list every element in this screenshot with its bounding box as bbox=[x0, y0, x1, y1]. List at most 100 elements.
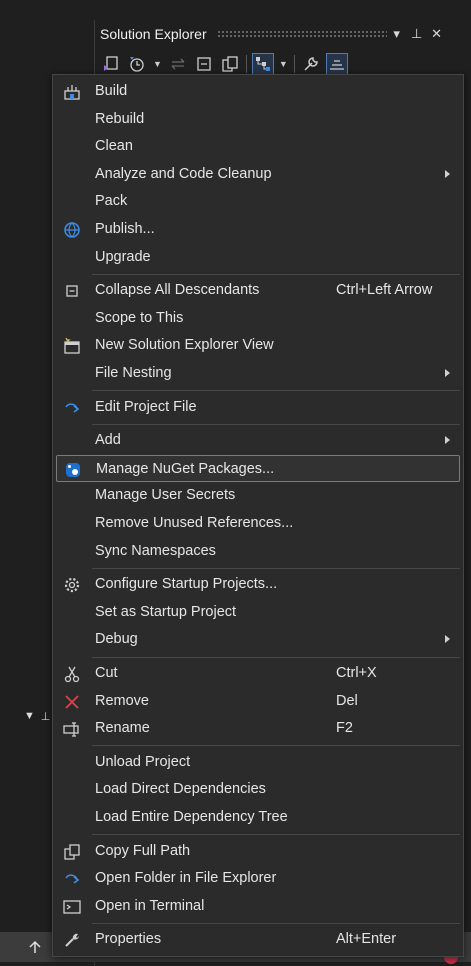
menu-item-properties[interactable]: Properties Alt+Enter bbox=[56, 926, 460, 953]
menu-item-label: Copy Full Path bbox=[95, 842, 191, 859]
switch-views-icon[interactable] bbox=[101, 54, 121, 74]
menu-item-shortcut: Alt+Enter bbox=[336, 931, 397, 948]
submenu-arrow-icon bbox=[445, 436, 450, 445]
menu-item-label: Collapse All Descendants bbox=[95, 282, 260, 299]
menu-item-label: Set as Startup Project bbox=[95, 603, 237, 620]
chevron-down-icon[interactable]: ▼ bbox=[279, 59, 288, 69]
menu-item-label: Add bbox=[95, 432, 121, 449]
collapse-all-icon[interactable] bbox=[194, 54, 214, 74]
menu-separator bbox=[92, 567, 460, 569]
menu-item-new-solution-explorer-view[interactable]: New Solution Explorer View bbox=[56, 332, 460, 359]
chevron-down-icon[interactable]: ▼ bbox=[153, 59, 162, 69]
nuget-icon bbox=[63, 460, 83, 480]
close-icon bbox=[62, 692, 82, 712]
collapse-icon bbox=[62, 281, 82, 301]
menu-item-label: Clean bbox=[95, 138, 133, 155]
menu-separator bbox=[92, 423, 460, 425]
scissors-icon bbox=[62, 664, 82, 684]
menu-item-label: Publish... bbox=[95, 221, 155, 237]
menu-item-remove-unused-references[interactable]: Remove Unused References... bbox=[56, 510, 460, 537]
bottom-panel-controls: ▼ ⊥ bbox=[0, 700, 52, 732]
menu-item-manage-user-secrets[interactable]: Manage User Secrets bbox=[56, 482, 460, 509]
menu-item-label: Scope to This bbox=[95, 309, 184, 326]
solution-explorer-titlebar: Solution Explorer ▾ ⊥ ✕ bbox=[95, 20, 471, 48]
chevron-down-icon[interactable]: ▼ bbox=[24, 710, 35, 722]
menu-item-scope-to-this[interactable]: Scope to This bbox=[56, 305, 460, 332]
menu-item-label: Manage User Secrets bbox=[95, 487, 236, 504]
sync-with-active-document-icon[interactable] bbox=[168, 54, 188, 74]
menu-item-analyze-and-code-cleanup[interactable]: Analyze and Code Cleanup bbox=[56, 161, 460, 188]
pin-icon[interactable]: ⊥ bbox=[41, 710, 51, 723]
menu-item-add[interactable]: Add bbox=[56, 427, 460, 454]
pin-icon[interactable]: ⊥ bbox=[407, 26, 427, 42]
menu-item-publish[interactable]: Publish... bbox=[56, 216, 460, 243]
properties-wrench-icon[interactable] bbox=[301, 54, 321, 74]
menu-item-label: Remove bbox=[95, 692, 149, 709]
menu-item-label: Load Direct Dependencies bbox=[95, 781, 266, 798]
menu-item-collapse-all-descendants[interactable]: Collapse All Descendants Ctrl+Left Arrow bbox=[56, 277, 460, 304]
menu-item-label: Manage NuGet Packages... bbox=[96, 460, 275, 477]
globe-icon bbox=[62, 220, 82, 240]
menu-separator bbox=[92, 390, 460, 392]
window-position-dropdown-icon[interactable]: ▾ bbox=[387, 26, 407, 42]
show-all-files-icon[interactable] bbox=[220, 54, 240, 74]
terminal-icon bbox=[62, 897, 82, 917]
menu-item-label: Analyze and Code Cleanup bbox=[95, 165, 272, 182]
menu-item-shortcut: Ctrl+Left Arrow bbox=[336, 282, 433, 299]
menu-item-label: Sync Namespaces bbox=[95, 542, 216, 559]
menu-item-pack[interactable]: Pack bbox=[56, 188, 460, 215]
menu-item-sync-namespaces[interactable]: Sync Namespaces bbox=[56, 538, 460, 565]
menu-separator bbox=[92, 273, 460, 275]
pending-changes-filter-icon[interactable] bbox=[127, 54, 147, 74]
menu-item-remove[interactable]: Remove Del bbox=[56, 688, 460, 715]
tree-view-icon[interactable] bbox=[251, 53, 274, 75]
menu-item-label: Unload Project bbox=[95, 753, 191, 770]
menu-separator bbox=[92, 834, 460, 836]
menu-item-rename[interactable]: Rename F2 bbox=[56, 715, 460, 742]
redo-arrow-icon bbox=[62, 398, 82, 418]
menu-separator bbox=[92, 656, 460, 658]
close-panel-icon[interactable]: ✕ bbox=[427, 26, 447, 42]
menu-item-label: Open in Terminal bbox=[95, 897, 205, 914]
menu-item-configure-startup-projects[interactable]: Configure Startup Projects... bbox=[56, 571, 460, 598]
new-view-icon bbox=[62, 336, 82, 356]
menu-item-file-nesting[interactable]: File Nesting bbox=[56, 360, 460, 387]
submenu-arrow-icon bbox=[445, 635, 450, 644]
menu-item-debug[interactable]: Debug bbox=[56, 626, 460, 653]
copy-icon bbox=[62, 842, 82, 862]
menu-item-shortcut: Del bbox=[336, 692, 358, 709]
menu-item-label: File Nesting bbox=[95, 365, 172, 381]
preview-selected-items-icon[interactable] bbox=[325, 53, 348, 75]
menu-item-rebuild[interactable]: Rebuild bbox=[56, 106, 460, 133]
menu-item-label: Rebuild bbox=[95, 110, 145, 127]
menu-item-edit-project-file[interactable]: Edit Project File bbox=[56, 394, 460, 421]
menu-item-label: Remove Unused References... bbox=[95, 515, 294, 531]
menu-item-unload-project[interactable]: Unload Project bbox=[56, 749, 460, 776]
menu-item-load-direct-dependencies[interactable]: Load Direct Dependencies bbox=[56, 776, 460, 803]
menu-item-open-folder-in-file-explorer[interactable]: Open Folder in File Explorer bbox=[56, 865, 460, 892]
menu-item-build[interactable]: Build bbox=[56, 78, 460, 105]
menu-item-shortcut: F2 bbox=[336, 720, 353, 737]
menu-item-open-in-terminal[interactable]: Open in Terminal bbox=[56, 893, 460, 920]
submenu-arrow-icon bbox=[445, 369, 450, 377]
menu-item-label: Cut bbox=[95, 665, 118, 681]
build-icon bbox=[62, 82, 82, 102]
menu-separator bbox=[92, 922, 460, 924]
menu-item-label: Debug bbox=[95, 631, 138, 648]
menu-item-label: Properties bbox=[95, 931, 162, 948]
redo-arrow-icon bbox=[62, 869, 82, 889]
menu-item-upgrade[interactable]: Upgrade bbox=[56, 244, 460, 271]
menu-item-manage-nuget-packages[interactable]: Manage NuGet Packages... bbox=[56, 454, 460, 482]
menu-item-clean[interactable]: Clean bbox=[56, 133, 460, 160]
arrow-up-icon[interactable] bbox=[24, 936, 46, 958]
menu-item-label: Load Entire Dependency Tree bbox=[95, 809, 288, 825]
menu-separator bbox=[92, 745, 460, 747]
gear-icon bbox=[62, 575, 82, 595]
menu-item-set-as-startup-project[interactable]: Set as Startup Project bbox=[56, 599, 460, 626]
toolbar-divider bbox=[293, 55, 295, 73]
panel-drag-grip[interactable] bbox=[216, 29, 387, 39]
menu-item-copy-full-path[interactable]: Copy Full Path bbox=[56, 838, 460, 865]
menu-item-cut[interactable]: Cut Ctrl+X bbox=[56, 660, 460, 687]
menu-item-shortcut: Ctrl+X bbox=[336, 665, 377, 681]
menu-item-load-entire-dependency-tree[interactable]: Load Entire Dependency Tree bbox=[56, 804, 460, 831]
